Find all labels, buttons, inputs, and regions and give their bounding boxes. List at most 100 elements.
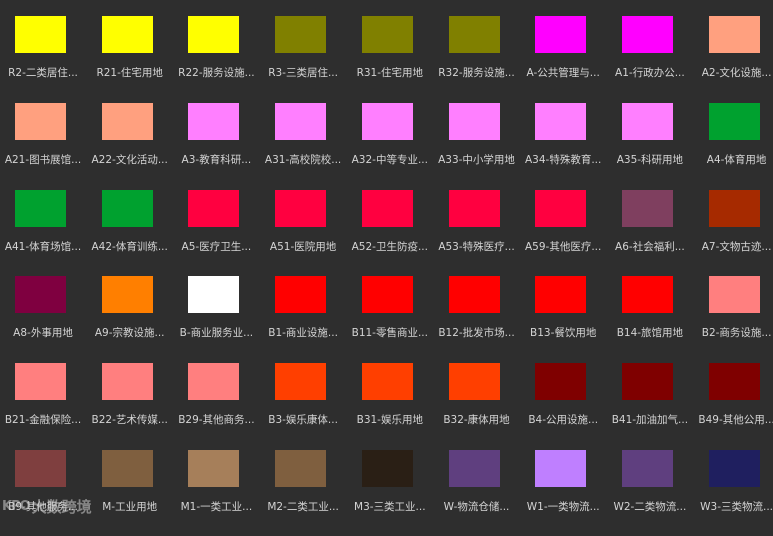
color-swatch[interactable] bbox=[448, 102, 500, 140]
color-swatch[interactable] bbox=[188, 102, 240, 140]
color-swatch[interactable] bbox=[361, 363, 413, 401]
color-cell[interactable]: A9-宗教设施... bbox=[87, 276, 173, 362]
color-cell[interactable]: B29-其他商务... bbox=[173, 363, 259, 449]
color-cell[interactable]: M1-一类工业... bbox=[173, 450, 259, 536]
color-cell[interactable]: A-公共管理与... bbox=[520, 16, 606, 102]
color-cell[interactable]: M-工业用地 bbox=[87, 450, 173, 536]
color-cell[interactable]: M2-二类工业... bbox=[260, 450, 346, 536]
color-cell[interactable]: B31-娱乐用地 bbox=[347, 363, 433, 449]
color-swatch[interactable] bbox=[361, 450, 413, 487]
color-swatch[interactable] bbox=[361, 276, 413, 314]
color-swatch[interactable] bbox=[708, 276, 760, 314]
color-swatch[interactable] bbox=[275, 102, 327, 140]
color-cell[interactable]: W2-二类物流... bbox=[607, 450, 693, 536]
color-swatch[interactable] bbox=[361, 16, 413, 53]
color-cell[interactable]: A7-文物古迹... bbox=[694, 189, 773, 276]
color-cell[interactable]: A22-文化活动... bbox=[87, 102, 173, 189]
color-cell[interactable]: A53-特殊医疗... bbox=[434, 189, 520, 276]
color-cell[interactable]: W1-一类物流... bbox=[520, 450, 606, 536]
color-cell[interactable]: R31-住宅用地 bbox=[347, 16, 433, 102]
color-swatch[interactable] bbox=[15, 363, 66, 401]
color-swatch[interactable] bbox=[361, 102, 413, 140]
color-cell[interactable]: A3-教育科研... bbox=[173, 102, 259, 189]
color-cell[interactable]: A4-体育用地 bbox=[694, 102, 773, 189]
color-cell[interactable]: B41-加油加气... bbox=[607, 363, 693, 449]
color-cell[interactable]: A34-特殊教育... bbox=[520, 102, 606, 189]
color-swatch[interactable] bbox=[448, 16, 500, 53]
color-cell[interactable]: M3-三类工业... bbox=[347, 450, 433, 536]
color-cell[interactable]: A8-外事用地 bbox=[0, 276, 86, 362]
color-swatch[interactable] bbox=[708, 189, 760, 227]
color-cell[interactable]: B9-其他服务... bbox=[0, 450, 86, 536]
color-cell[interactable]: A59-其他医疗... bbox=[520, 189, 606, 276]
color-cell[interactable]: A6-社会福利... bbox=[607, 189, 693, 276]
color-swatch[interactable] bbox=[621, 276, 673, 314]
color-swatch[interactable] bbox=[361, 189, 413, 227]
color-swatch[interactable] bbox=[621, 102, 673, 140]
color-swatch[interactable] bbox=[15, 450, 66, 487]
color-cell[interactable]: A2-文化设施... bbox=[694, 16, 773, 102]
color-cell[interactable]: A52-卫生防疫... bbox=[347, 189, 433, 276]
color-swatch[interactable] bbox=[708, 450, 760, 487]
color-cell[interactable]: B2-商务设施... bbox=[694, 276, 773, 362]
color-swatch[interactable] bbox=[15, 102, 66, 140]
color-swatch[interactable] bbox=[188, 276, 240, 314]
color-swatch[interactable] bbox=[15, 276, 66, 314]
color-swatch[interactable] bbox=[275, 16, 327, 53]
color-cell[interactable]: B3-娱乐康体... bbox=[260, 363, 346, 449]
color-cell[interactable]: B11-零售商业... bbox=[347, 276, 433, 362]
color-cell[interactable]: A51-医院用地 bbox=[260, 189, 346, 276]
color-cell[interactable]: B22-艺术传媒... bbox=[87, 363, 173, 449]
color-swatch[interactable] bbox=[275, 363, 327, 401]
color-swatch[interactable] bbox=[621, 189, 673, 227]
color-swatch[interactable] bbox=[448, 363, 500, 401]
color-cell[interactable]: A33-中小学用地 bbox=[434, 102, 520, 189]
color-cell[interactable]: B49-其他公用... bbox=[694, 363, 773, 449]
color-cell[interactable]: R2-二类居住... bbox=[0, 16, 86, 102]
color-swatch[interactable] bbox=[101, 189, 153, 227]
color-swatch[interactable] bbox=[448, 276, 500, 314]
color-swatch[interactable] bbox=[448, 189, 500, 227]
color-cell[interactable]: A31-高校院校... bbox=[260, 102, 346, 189]
color-swatch[interactable] bbox=[708, 363, 760, 401]
color-cell[interactable]: B4-公用设施... bbox=[520, 363, 606, 449]
color-cell[interactable]: A5-医疗卫生... bbox=[173, 189, 259, 276]
color-swatch[interactable] bbox=[535, 363, 587, 401]
color-cell[interactable]: B12-批发市场... bbox=[434, 276, 520, 362]
color-swatch[interactable] bbox=[101, 16, 153, 53]
color-swatch[interactable] bbox=[708, 16, 760, 53]
color-swatch[interactable] bbox=[621, 16, 673, 53]
color-cell[interactable]: B13-餐饮用地 bbox=[520, 276, 606, 362]
color-swatch[interactable] bbox=[188, 16, 240, 53]
color-cell[interactable]: A32-中等专业... bbox=[347, 102, 433, 189]
color-swatch[interactable] bbox=[535, 102, 587, 140]
color-cell[interactable]: W-物流仓储... bbox=[434, 450, 520, 536]
color-cell[interactable]: R3-三类居住... bbox=[260, 16, 346, 102]
color-cell[interactable]: B14-旅馆用地 bbox=[607, 276, 693, 362]
color-cell[interactable]: R22-服务设施... bbox=[173, 16, 259, 102]
color-swatch[interactable] bbox=[621, 363, 673, 401]
color-swatch[interactable] bbox=[275, 189, 327, 227]
color-cell[interactable]: B-商业服务业... bbox=[173, 276, 259, 362]
color-swatch[interactable] bbox=[708, 102, 760, 140]
color-swatch[interactable] bbox=[101, 276, 153, 314]
color-cell[interactable]: A21-图书展馆... bbox=[0, 102, 86, 189]
color-cell[interactable]: R32-服务设施... bbox=[434, 16, 520, 102]
color-swatch[interactable] bbox=[188, 363, 240, 401]
color-swatch[interactable] bbox=[275, 450, 327, 487]
color-cell[interactable]: R21-住宅用地 bbox=[87, 16, 173, 102]
color-cell[interactable]: B32-康体用地 bbox=[434, 363, 520, 449]
color-swatch[interactable] bbox=[15, 189, 66, 227]
color-cell[interactable]: A35-科研用地 bbox=[607, 102, 693, 189]
color-swatch[interactable] bbox=[15, 16, 66, 53]
color-swatch[interactable] bbox=[448, 450, 500, 487]
color-swatch[interactable] bbox=[188, 189, 240, 227]
color-swatch[interactable] bbox=[101, 102, 153, 140]
color-swatch[interactable] bbox=[535, 450, 587, 487]
color-cell[interactable]: A41-体育场馆... bbox=[0, 189, 86, 276]
color-swatch[interactable] bbox=[621, 450, 673, 487]
color-cell[interactable]: A1-行政办公... bbox=[607, 16, 693, 102]
color-swatch[interactable] bbox=[535, 276, 587, 314]
color-swatch[interactable] bbox=[535, 189, 587, 227]
color-swatch[interactable] bbox=[101, 450, 153, 487]
